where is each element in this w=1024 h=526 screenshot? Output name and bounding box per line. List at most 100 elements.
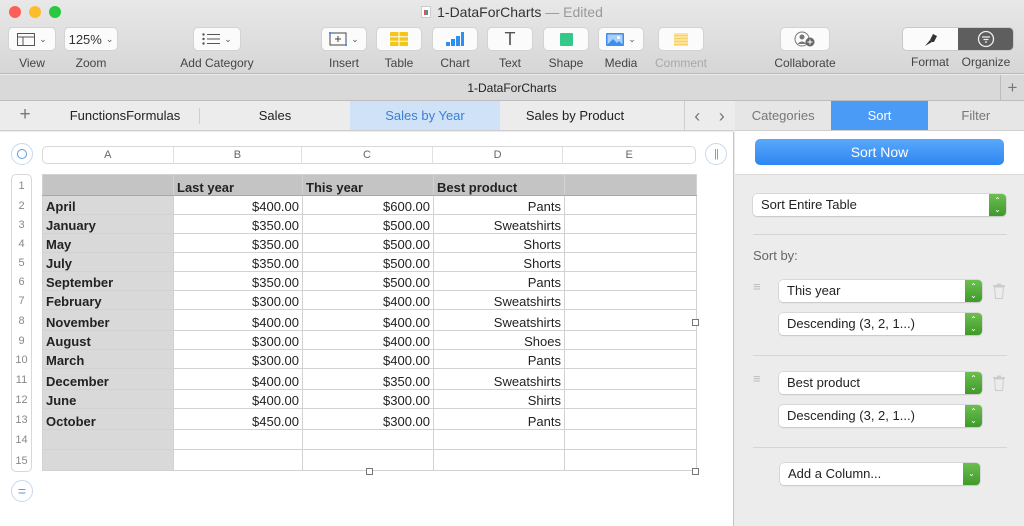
tab-filter[interactable]: Filter: [928, 101, 1024, 130]
table-cell[interactable]: $500.00: [302, 214, 434, 234]
column-header-b[interactable]: B: [174, 147, 303, 163]
table-cell[interactable]: $350.00: [302, 368, 434, 390]
table-cell[interactable]: [42, 429, 174, 450]
text-tool[interactable]: T Text: [487, 27, 533, 70]
header-cell[interactable]: [564, 174, 697, 196]
table-cell[interactable]: [564, 368, 697, 390]
table-cell[interactable]: September: [42, 271, 174, 291]
table-cell[interactable]: $400.00: [302, 349, 434, 369]
table-button[interactable]: [376, 27, 422, 51]
table-cell[interactable]: [564, 290, 697, 310]
sheet-tab-sales-by-product[interactable]: Sales by Product: [500, 101, 650, 130]
table-cell[interactable]: [564, 408, 697, 430]
collaborate-button[interactable]: [780, 27, 830, 51]
table-cell[interactable]: $350.00: [173, 233, 303, 253]
table-cell[interactable]: $400.00: [173, 309, 303, 331]
row-header[interactable]: 7: [12, 291, 31, 310]
chart-tool[interactable]: Chart: [432, 27, 478, 70]
row-header[interactable]: 3: [12, 215, 31, 234]
table-cell[interactable]: [173, 449, 303, 471]
table-cell[interactable]: $350.00: [173, 252, 303, 272]
table-cell[interactable]: [433, 449, 565, 471]
header-cell[interactable]: This year: [302, 174, 434, 196]
chevron-right-icon[interactable]: ›: [719, 106, 725, 127]
column-header-d[interactable]: D: [433, 147, 564, 163]
row-header[interactable]: 10: [12, 350, 31, 369]
table-cell[interactable]: $300.00: [173, 349, 303, 369]
chevron-left-icon[interactable]: ‹: [694, 106, 700, 127]
table-cell[interactable]: [564, 195, 697, 215]
table-cell[interactable]: [564, 252, 697, 272]
sheet-tab-sales-by-year[interactable]: Sales by Year: [350, 101, 500, 130]
insert-button[interactable]: ⌄: [321, 27, 367, 51]
table-cell[interactable]: Pants: [433, 271, 565, 291]
comment-button[interactable]: [658, 27, 704, 51]
column-header-a[interactable]: A: [43, 147, 174, 163]
table-cell[interactable]: Pants: [433, 195, 565, 215]
table-cell[interactable]: Shorts: [433, 233, 565, 253]
header-cell[interactable]: Last year: [173, 174, 303, 196]
view-tool[interactable]: ⌄ View: [8, 27, 56, 70]
table-cell[interactable]: Sweatshirts: [433, 368, 565, 390]
table-cell[interactable]: [564, 349, 697, 369]
table-cell[interactable]: $400.00: [173, 195, 303, 215]
table-cell[interactable]: Shoes: [433, 330, 565, 350]
table-cell[interactable]: June: [42, 389, 174, 409]
table-cell[interactable]: March: [42, 349, 174, 369]
zoom-select[interactable]: 125% ⌄: [64, 27, 118, 51]
row-header[interactable]: 9: [12, 331, 31, 350]
add-category-tool[interactable]: ⌄ Add Category: [172, 27, 262, 70]
shape-button[interactable]: [543, 27, 589, 51]
table-cell[interactable]: [564, 429, 697, 450]
table-cell[interactable]: [433, 429, 565, 450]
tab-categories[interactable]: Categories: [735, 101, 831, 130]
table-cell[interactable]: Pants: [433, 408, 565, 430]
sort-scope-select[interactable]: Sort Entire Table ⌃ ⌄: [753, 194, 1006, 216]
table-cell[interactable]: $350.00: [173, 214, 303, 234]
sheet-tab-sales[interactable]: Sales: [200, 101, 350, 130]
chart-button[interactable]: [432, 27, 478, 51]
table-cell[interactable]: [564, 233, 697, 253]
row-header[interactable]: 15: [12, 450, 31, 471]
row-header[interactable]: 14: [12, 430, 31, 450]
trash-icon[interactable]: [992, 375, 1006, 391]
document-tab[interactable]: 1-DataForCharts: [467, 81, 556, 95]
table-cell[interactable]: $350.00: [173, 271, 303, 291]
row-header[interactable]: 2: [12, 196, 31, 215]
organize-button[interactable]: [958, 28, 1013, 50]
add-sheet-button[interactable]: +: [0, 101, 50, 130]
table-cell[interactable]: February: [42, 290, 174, 310]
table-cell[interactable]: Shirts: [433, 389, 565, 409]
trash-icon[interactable]: [992, 283, 1006, 299]
media-button[interactable]: ⌄: [598, 27, 644, 51]
text-button[interactable]: T: [487, 27, 533, 51]
table-cell[interactable]: August: [42, 330, 174, 350]
insert-tool[interactable]: ⌄ Insert: [320, 27, 368, 70]
table-cell[interactable]: Sweatshirts: [433, 290, 565, 310]
table-cell[interactable]: [564, 309, 697, 331]
header-cell[interactable]: Best product: [433, 174, 565, 196]
table-cell[interactable]: Shorts: [433, 252, 565, 272]
row-header[interactable]: 4: [12, 234, 31, 253]
column-header-e[interactable]: E: [563, 147, 695, 163]
table-cell[interactable]: Sweatshirts: [433, 214, 565, 234]
table-cell[interactable]: $500.00: [302, 252, 434, 272]
row-header[interactable]: 11: [12, 369, 31, 390]
table-cell[interactable]: [564, 214, 697, 234]
table-tool[interactable]: Table: [376, 27, 422, 70]
sort-now-button[interactable]: Sort Now: [755, 139, 1004, 165]
table-cell[interactable]: $500.00: [302, 233, 434, 253]
table-cell[interactable]: [42, 449, 174, 471]
table-cell[interactable]: $300.00: [173, 290, 303, 310]
sort-rule-2-order-select[interactable]: Descending (3, 2, 1...) ⌃ ⌄: [779, 405, 982, 427]
table-cell[interactable]: December: [42, 368, 174, 390]
resize-handle-right[interactable]: [692, 319, 699, 326]
table-cell[interactable]: [564, 330, 697, 350]
sort-rule-1-order-select[interactable]: Descending (3, 2, 1...) ⌃ ⌄: [779, 313, 982, 335]
row-header[interactable]: 13: [12, 409, 31, 430]
comment-tool[interactable]: Comment: [654, 27, 708, 70]
table-cell[interactable]: [564, 449, 697, 471]
sort-rule-1-column-select[interactable]: This year ⌃ ⌄: [779, 280, 982, 302]
table-cell[interactable]: $300.00: [173, 330, 303, 350]
table-cell[interactable]: $600.00: [302, 195, 434, 215]
